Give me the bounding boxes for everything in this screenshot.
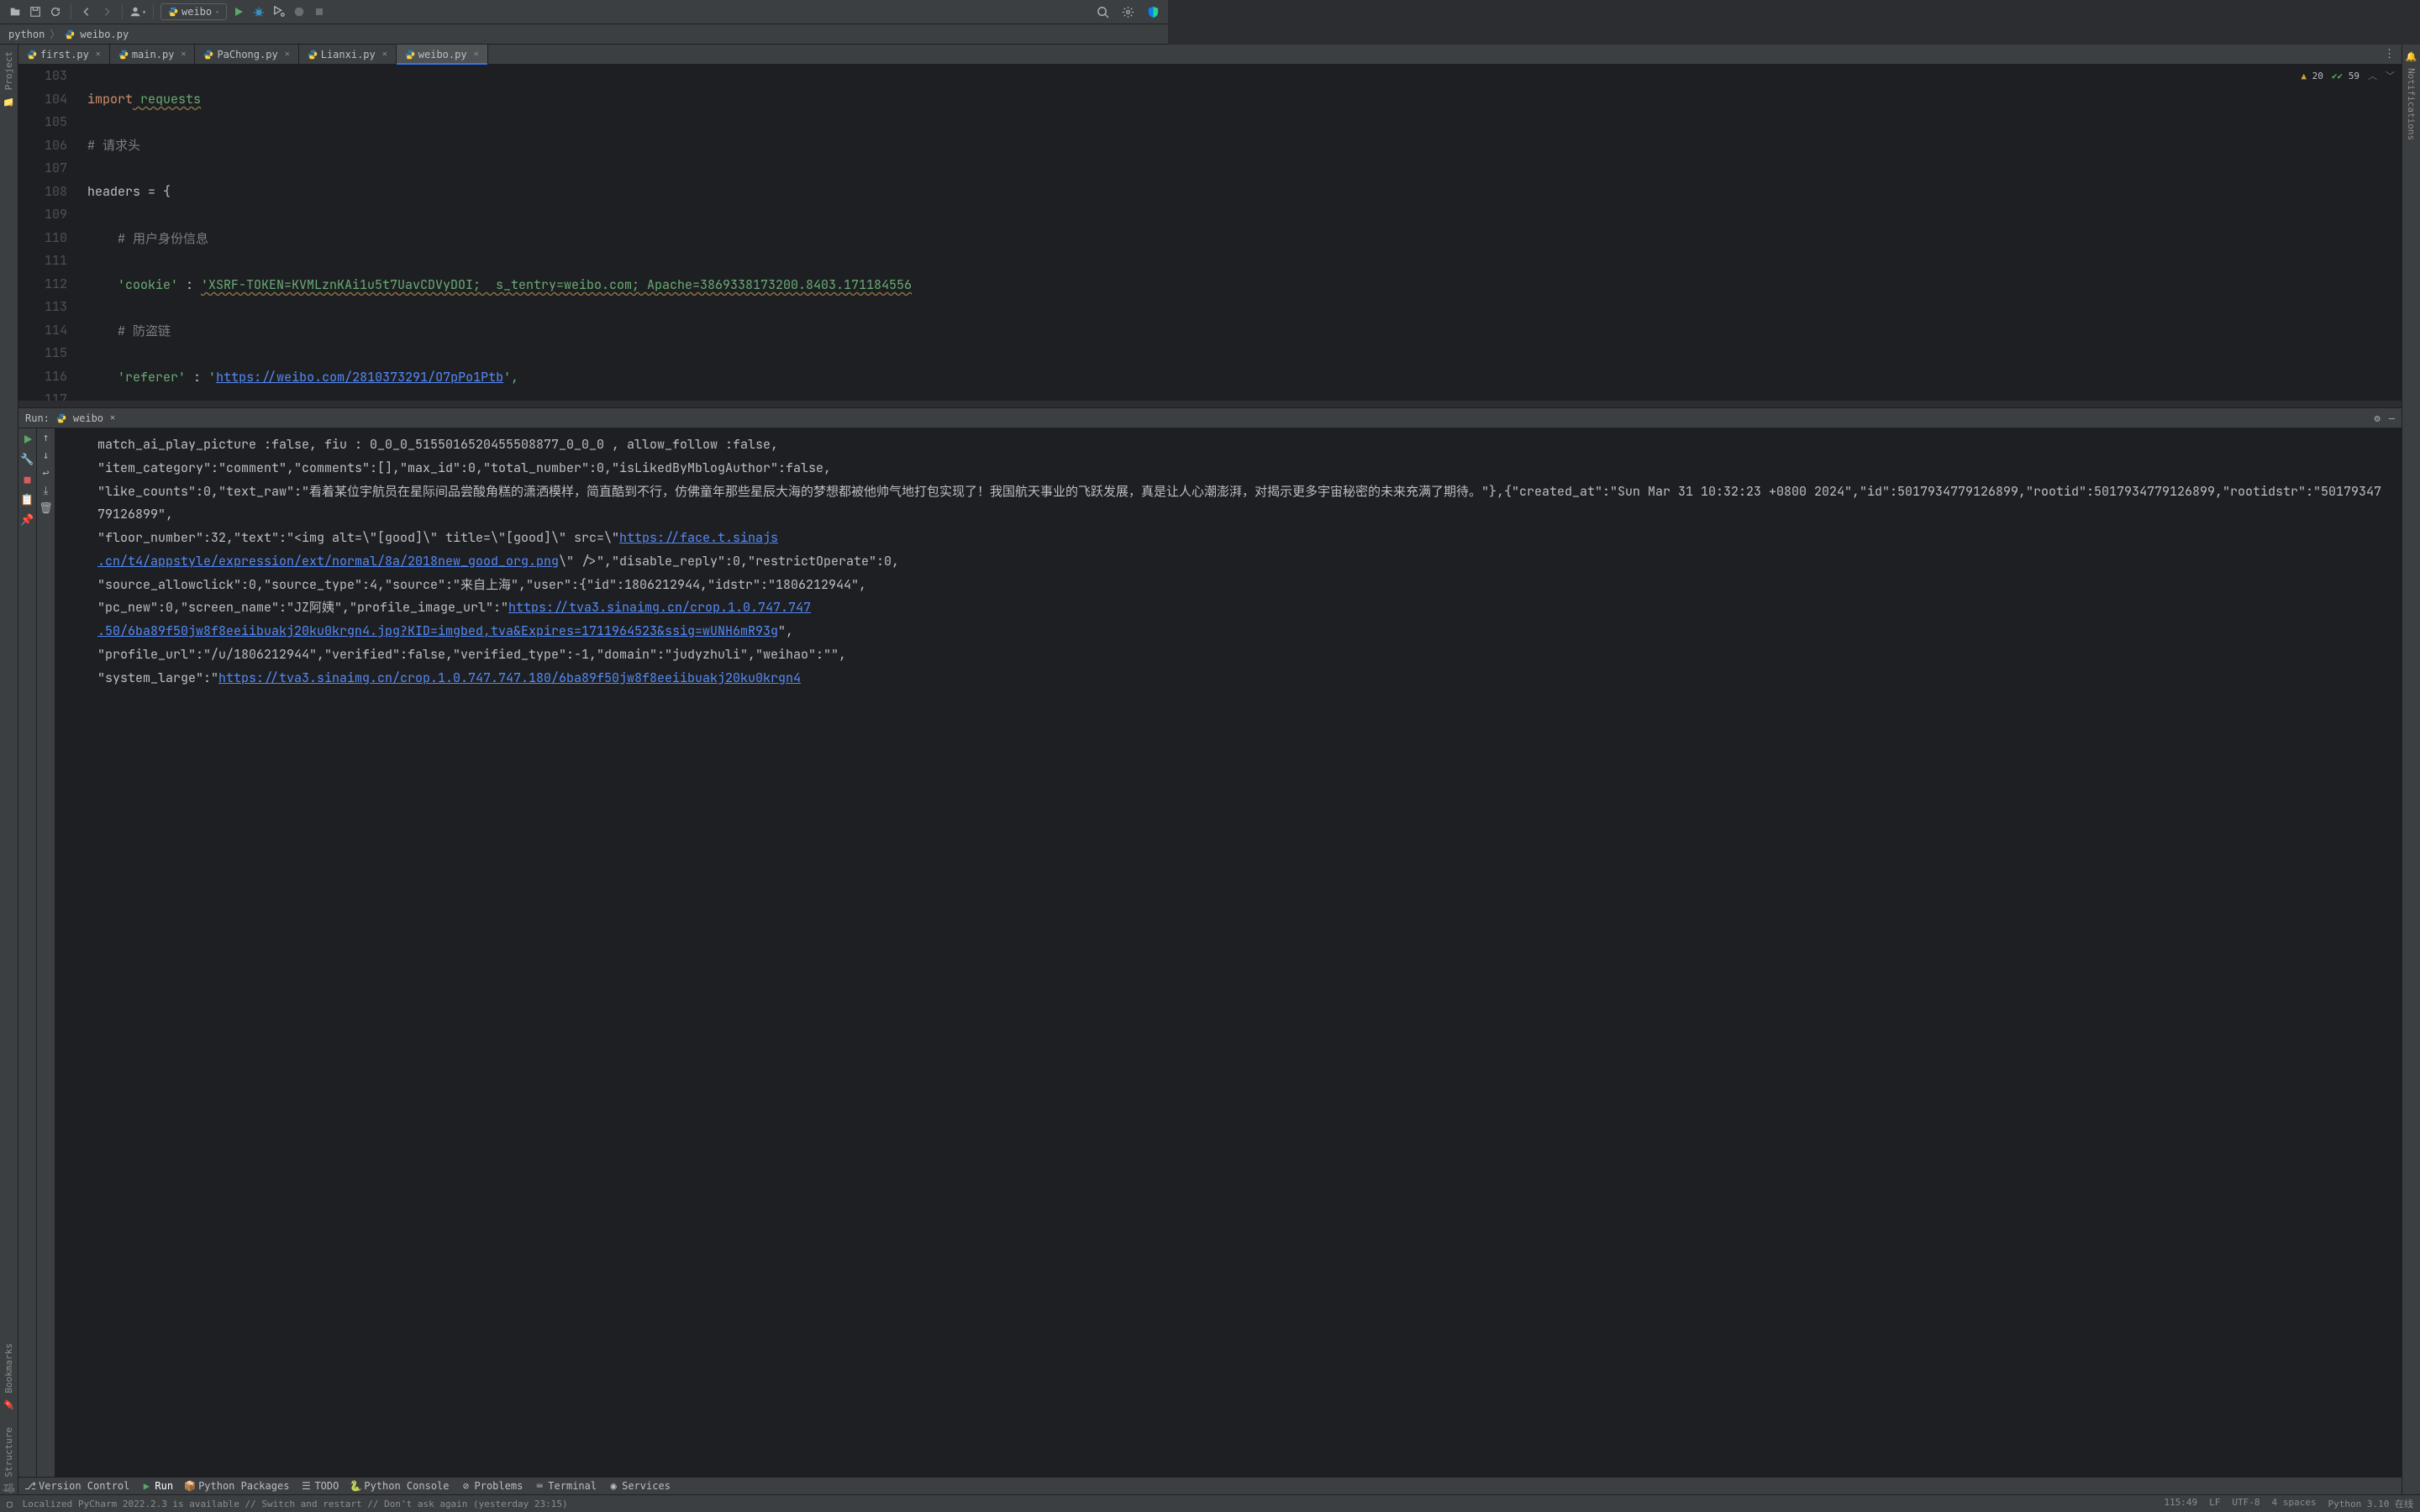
python-icon (168, 7, 178, 17)
minimize-icon[interactable]: — (2389, 412, 2395, 424)
run-icon[interactable] (230, 3, 247, 20)
code-content[interactable]: import requests # 请求头 headers = { # 用户身份… (79, 65, 2402, 401)
gear-icon[interactable]: ⚙ (2375, 412, 2381, 424)
file-encoding[interactable]: UTF-8 (2232, 1497, 2260, 1510)
close-icon[interactable]: ✕ (382, 50, 387, 59)
close-icon[interactable]: ✕ (474, 50, 479, 59)
coverage-icon[interactable] (271, 3, 287, 20)
save-icon[interactable] (27, 3, 44, 20)
status-icon[interactable]: ▢ (7, 1499, 13, 1509)
python-icon (65, 29, 75, 39)
prev-highlight-icon[interactable]: ︿ (2368, 69, 2377, 82)
run-header: Run: weibo ✕ ⚙ — (18, 408, 2402, 428)
tab-weibo[interactable]: weibo.py✕ (397, 45, 488, 64)
python-packages-tool[interactable]: 📦Python Packages (185, 1480, 289, 1492)
stop-icon[interactable] (311, 3, 328, 20)
warning-icon: ▲ (2301, 71, 2307, 81)
pin-icon[interactable]: 📌 (20, 512, 35, 528)
run-toolbar: 🔧 ■ 📋 📌 (18, 428, 37, 1477)
forward-icon[interactable] (98, 3, 115, 20)
debug-icon[interactable] (250, 3, 267, 20)
project-tool[interactable]: 📁 Project (3, 51, 14, 107)
problems-tool[interactable]: ⊘Problems (461, 1480, 523, 1492)
layout-icon[interactable]: 📋 (20, 492, 35, 507)
main-toolbar: ▾ weibo ▾ (0, 0, 1168, 24)
breadcrumb-project[interactable]: python (8, 29, 45, 40)
close-icon[interactable]: ✕ (285, 50, 290, 59)
tab-lianxi[interactable]: Lianxi.py✕ (299, 45, 397, 64)
status-message[interactable]: Localized PyCharm 2022.2.3 is available … (23, 1499, 568, 1509)
tab-menu-icon[interactable]: ⋮ (2384, 48, 2395, 60)
python-icon (56, 413, 66, 423)
settings-icon[interactable] (1119, 3, 1136, 20)
run-tool-window: Run: weibo ✕ ⚙ — 🔧 ■ 📋 📌 ↑ ↓ ↩ ⤓ 🗑 match… (18, 407, 2402, 1477)
scroll-icon[interactable]: ⤓ (44, 485, 49, 497)
back-icon[interactable] (78, 3, 95, 20)
stop-icon[interactable]: ■ (20, 472, 35, 487)
bookmarks-tool[interactable]: 🔖 Bookmarks (3, 1343, 14, 1410)
breadcrumb-file[interactable]: weibo.py (80, 29, 129, 40)
run-label: Run: (25, 412, 50, 424)
user-icon[interactable]: ▾ (129, 3, 146, 20)
right-tool-bar: 🔔 Notifications (2402, 45, 2420, 1494)
run-sub-toolbar: ↑ ↓ ↩ ⤓ 🗑 (37, 428, 55, 1477)
rerun-icon[interactable] (20, 432, 35, 447)
line-gutter: 1031041051061071081091101111121131141151… (18, 65, 79, 401)
tab-main[interactable]: main.py✕ (110, 45, 196, 64)
code-editor[interactable]: 1031041051061071081091101111121131141151… (18, 65, 2402, 401)
trash-icon[interactable]: 🗑 (39, 502, 53, 515)
line-separator[interactable]: LF (2209, 1497, 2220, 1510)
notifications-tool[interactable]: 🔔 Notifications (2406, 51, 2417, 140)
todo-tool[interactable]: ☰TODO (301, 1480, 339, 1492)
python-console-tool[interactable]: 🐍Python Console (350, 1480, 449, 1492)
caret-position[interactable]: 115:49 (2164, 1497, 2197, 1510)
close-icon[interactable]: ✕ (181, 50, 186, 59)
run-tool[interactable]: ▶Run (141, 1480, 173, 1492)
breadcrumb: python 〉 weibo.py (0, 24, 1168, 45)
up-icon[interactable]: ↑ (43, 432, 50, 444)
run-config-dropdown[interactable]: weibo ▾ (160, 3, 227, 20)
run-config-name: weibo (73, 412, 103, 424)
left-tool-bar: 📁 Project 🔖 Bookmarks 🏗 Structure (0, 45, 18, 1494)
tab-pachong[interactable]: PaChong.py✕ (195, 45, 298, 64)
soft-wrap-icon[interactable]: ↩ (43, 467, 50, 480)
bottom-tool-strip: ⎇Version Control ▶Run 📦Python Packages ☰… (18, 1477, 2402, 1494)
open-icon[interactable] (7, 3, 24, 20)
indent[interactable]: 4 spaces (2272, 1497, 2317, 1510)
tab-first[interactable]: first.py✕ (18, 45, 110, 64)
down-icon[interactable]: ↓ (43, 449, 50, 462)
version-control-tool[interactable]: ⎇Version Control (25, 1480, 129, 1492)
inspection-widget[interactable]: ▲ 20 ✔✔ 59 ︿ ﹀ (2294, 67, 2402, 84)
structure-tool[interactable]: 🏗 Structure (3, 1427, 14, 1494)
check-icon: ✔✔ (2332, 71, 2343, 81)
status-bar: ▢ Localized PyCharm 2022.2.3 is availabl… (0, 1494, 2420, 1512)
close-icon[interactable]: ✕ (96, 50, 101, 59)
services-tool[interactable]: ◉Services (608, 1480, 671, 1492)
chevron-right-icon: 〉 (50, 27, 60, 41)
terminal-tool[interactable]: ⌨Terminal (534, 1480, 597, 1492)
refresh-icon[interactable] (47, 3, 64, 20)
profile-icon[interactable] (291, 3, 308, 20)
search-icon[interactable] (1094, 3, 1111, 20)
interpreter[interactable]: Python 3.10 在线 (2328, 1497, 2413, 1510)
shield-icon[interactable] (1144, 3, 1161, 20)
next-highlight-icon[interactable]: ﹀ (2386, 69, 2395, 82)
editor-tabs: first.py✕ main.py✕ PaChong.py✕ Lianxi.py… (18, 45, 2402, 65)
console-output[interactable]: match_ai_play_picture :false, fiu : 0_0_… (55, 428, 2402, 1477)
wrench-icon[interactable]: 🔧 (20, 452, 35, 467)
run-config-label: weibo (182, 6, 212, 18)
